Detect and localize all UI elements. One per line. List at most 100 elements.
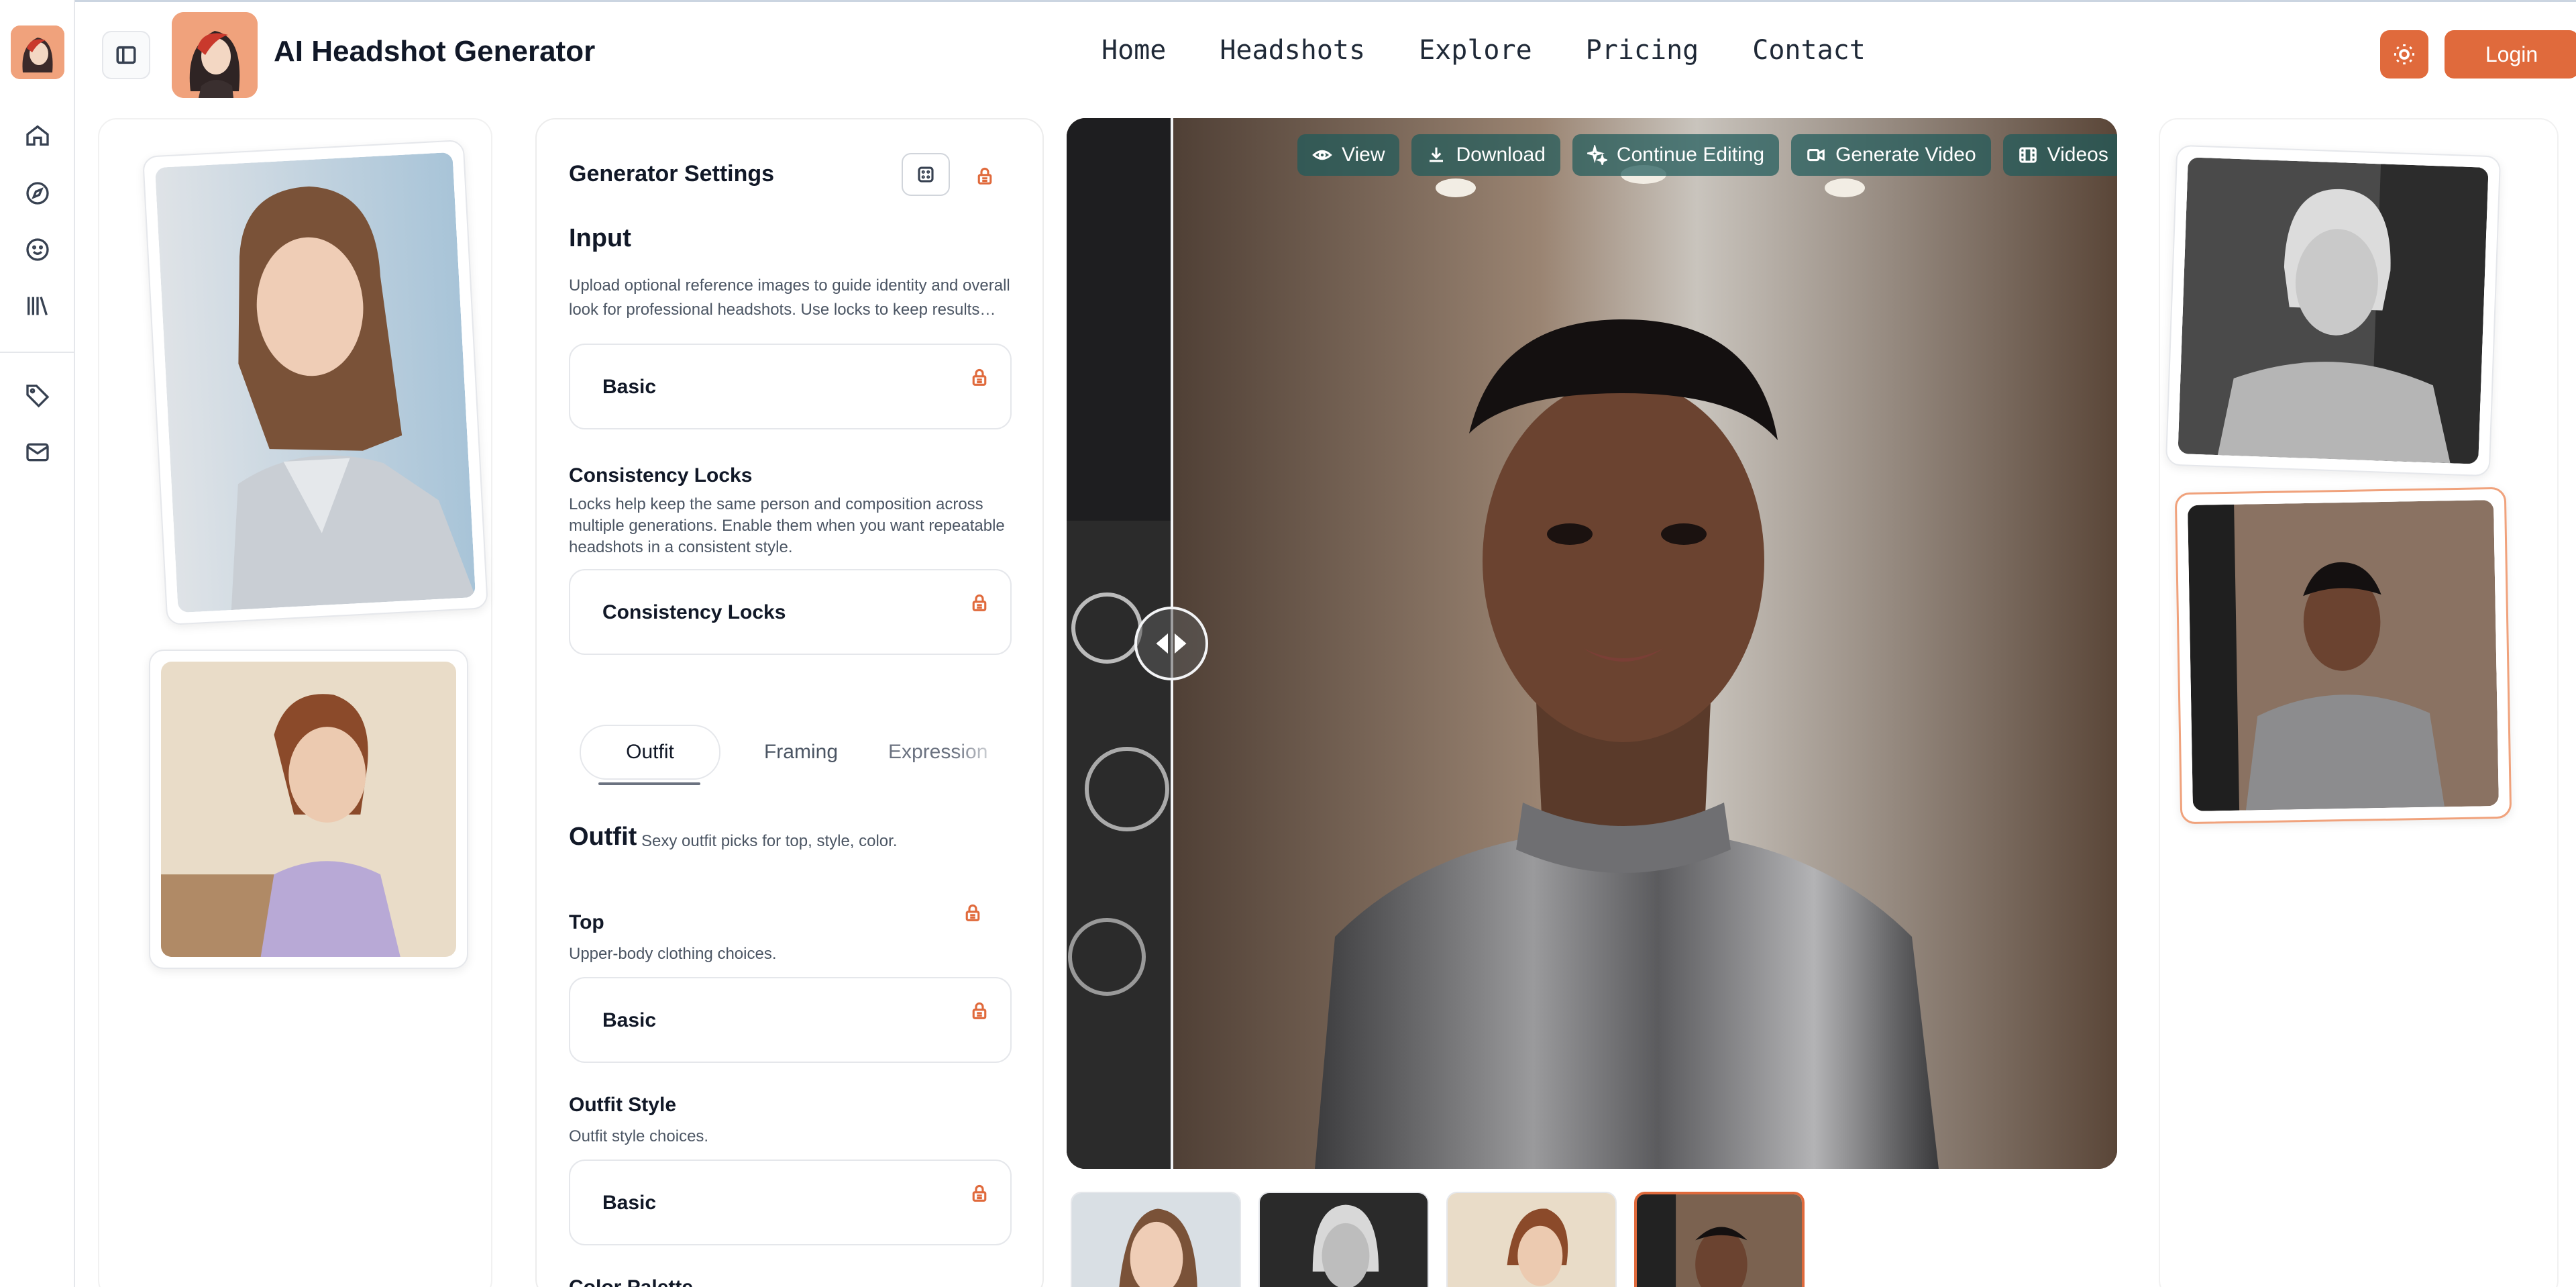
brand-logo[interactable] (172, 12, 258, 98)
image-compare-viewer[interactable]: View Download Continue Editing Generate … (1067, 118, 2117, 1169)
tag-icon (26, 384, 50, 408)
input-description: Upload optional reference images to guid… (569, 276, 1010, 319)
color-palette-heading: Color Palette (569, 1276, 693, 1287)
lock-icon (965, 904, 980, 921)
settings-title: Generator Settings (569, 161, 775, 187)
outfit-style-box[interactable]: Basic (569, 1160, 1012, 1245)
film-icon (2019, 147, 2037, 163)
top-box-lock-button[interactable] (967, 998, 991, 1023)
right-gallery (2159, 118, 2559, 1287)
pricing-nav-button[interactable] (17, 376, 58, 416)
headshot-image (2188, 500, 2499, 811)
top-heading: Top (569, 911, 604, 933)
top-lock-button[interactable] (961, 900, 985, 925)
lock-icon (972, 1184, 987, 1202)
lock-icon (972, 368, 987, 386)
input-box-label: Basic (602, 376, 657, 398)
randomize-button[interactable] (902, 153, 950, 196)
outfit-subtitle: Sexy outfit picks for top, style, color. (641, 832, 898, 850)
top-option-box[interactable]: Basic (569, 977, 1012, 1063)
headshot-image (154, 152, 476, 613)
top-box-label: Basic (602, 1009, 657, 1031)
outfit-style-box-label: Basic (602, 1192, 657, 1214)
headshot-image (2178, 157, 2489, 464)
consistency-locks-box-label: Consistency Locks (602, 601, 786, 623)
consistency-locks-box[interactable]: Consistency Locks (569, 569, 1012, 655)
explore-nav-button[interactable] (17, 173, 58, 213)
face-smile-icon (26, 238, 49, 261)
top-header: AI Headshot Generator Home Headshots Exp… (75, 0, 2576, 109)
thumbnail[interactable] (1258, 1192, 1429, 1287)
eye-icon (1312, 150, 1332, 160)
gallery-card[interactable] (142, 139, 488, 626)
nav-link-explore[interactable]: Explore (1419, 35, 1532, 66)
home-icon (26, 125, 49, 146)
left-right-arrows-icon (1156, 633, 1187, 654)
nav-link-pricing[interactable]: Pricing (1586, 35, 1699, 66)
compass-icon (26, 182, 49, 205)
view-button[interactable]: View (1297, 134, 1400, 176)
thumbnail[interactable] (1446, 1192, 1617, 1287)
videos-button[interactable]: Videos (2002, 134, 2117, 176)
nav-link-contact[interactable]: Contact (1752, 35, 1866, 66)
dice-icon (918, 166, 934, 183)
videos-button-label: Videos (2047, 144, 2108, 166)
gallery-card[interactable] (149, 650, 468, 969)
thumbnail[interactable] (1071, 1192, 1241, 1287)
view-button-label: View (1342, 144, 1385, 166)
app-title: AI Headshot Generator (274, 35, 596, 68)
gallery-card-selected[interactable] (2174, 486, 2512, 825)
consistency-locks-heading: Consistency Locks (569, 464, 753, 486)
thumbnail-selected[interactable] (1634, 1192, 1805, 1287)
tab-expression[interactable]: Expression (872, 725, 1006, 780)
home-nav-button[interactable] (17, 115, 58, 156)
face-nav-button[interactable] (17, 229, 58, 270)
viewer-toolbar: View Download Continue Editing Generate … (1297, 134, 2117, 176)
input-lock-button[interactable] (967, 365, 991, 389)
download-icon (1430, 147, 1444, 162)
generated-headshot-image (1067, 118, 2117, 1169)
app-logo[interactable] (11, 25, 64, 79)
gallery-card[interactable] (2165, 144, 2502, 477)
outfit-style-description: Outfit style choices. (569, 1127, 709, 1145)
settings-lock-button[interactable] (973, 164, 997, 188)
tab-active-indicator (598, 782, 700, 785)
contact-nav-button[interactable] (17, 432, 58, 472)
nav-link-headshots[interactable]: Headshots (1220, 35, 1365, 66)
input-reference-box[interactable]: Basic (569, 344, 1012, 429)
top-description: Upper-body clothing choices. (569, 945, 777, 963)
mail-icon (26, 443, 49, 462)
consistency-lock-button[interactable] (967, 590, 991, 615)
outfit-style-lock-button[interactable] (967, 1181, 991, 1205)
sidebar-panel-icon (116, 46, 136, 64)
outfit-style-heading: Outfit Style (569, 1094, 677, 1116)
main-nav: Home Headshots Explore Pricing Contact (1102, 35, 1866, 66)
library-icon (28, 297, 48, 315)
sun-icon (2394, 44, 2414, 64)
login-button[interactable]: Login (2445, 30, 2576, 79)
nav-link-home[interactable]: Home (1102, 35, 1166, 66)
lock-icon (972, 1002, 987, 1019)
continue-editing-button-label: Continue Editing (1616, 144, 1765, 166)
input-heading: Input (569, 224, 631, 252)
consistency-locks-description: Locks help keep the same person and comp… (569, 495, 1005, 556)
lock-icon (972, 594, 987, 611)
generator-settings-panel: Generator Settings Input Upload optional… (535, 118, 1044, 1287)
download-button[interactable]: Download (1411, 134, 1560, 176)
video-camera-icon (1807, 148, 1825, 162)
lock-icon (977, 167, 992, 185)
headshot-image (161, 662, 456, 957)
tab-outfit[interactable]: Outfit (580, 725, 720, 780)
continue-editing-button[interactable]: Continue Editing (1572, 134, 1780, 176)
sparkles-icon (1587, 145, 1607, 165)
tab-framing[interactable]: Framing (741, 725, 861, 780)
outfit-heading: Outfit (569, 823, 637, 851)
generate-video-button[interactable]: Generate Video (1791, 134, 1991, 176)
generate-video-button-label: Generate Video (1835, 144, 1976, 166)
theme-toggle-button[interactable] (2380, 30, 2428, 79)
compare-slider-handle[interactable] (1134, 607, 1208, 680)
sidebar-toggle-button[interactable] (102, 31, 150, 79)
rail-divider (0, 352, 75, 353)
download-button-label: Download (1456, 144, 1546, 166)
library-nav-button[interactable] (17, 286, 58, 326)
